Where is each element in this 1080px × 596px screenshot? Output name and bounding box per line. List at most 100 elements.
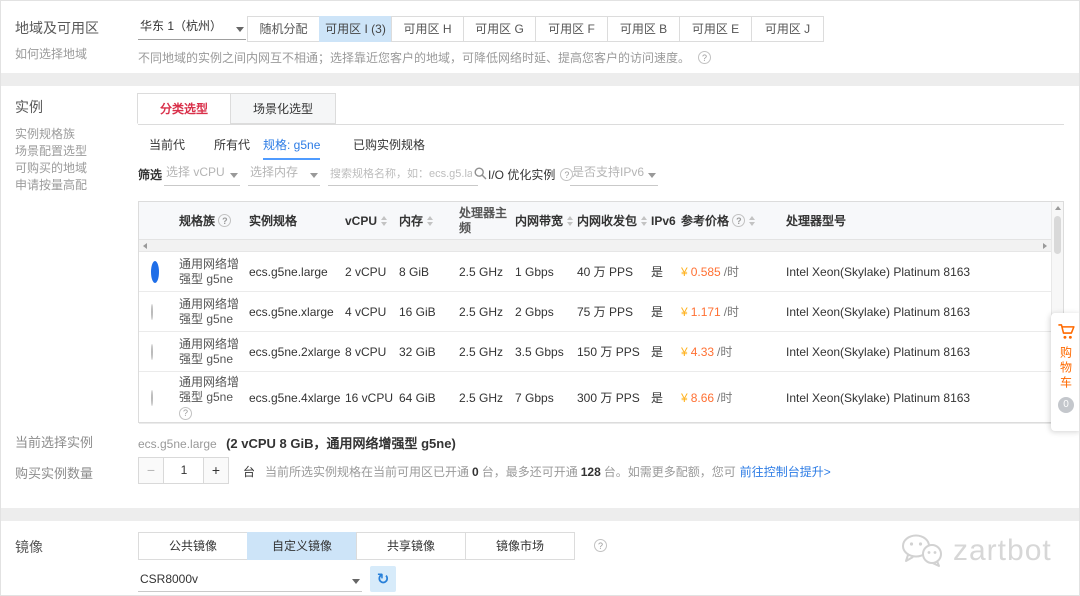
row-radio[interactable] xyxy=(151,343,153,360)
region-select[interactable]: 华东 1（杭州） xyxy=(138,16,246,40)
cell-price: ¥1.171/时 xyxy=(681,305,740,319)
refresh-image-button[interactable]: ↻ xyxy=(370,566,396,592)
quantity-plus-button[interactable]: + xyxy=(203,457,229,484)
subtab-purchased-specs[interactable]: 已购实例规格 xyxy=(353,136,425,160)
sidebar-link-spec-family[interactable]: 实例规格族 xyxy=(15,125,75,142)
zone-tab-b[interactable]: 可用区 B xyxy=(607,16,680,42)
header-memory: 内存 xyxy=(399,214,459,228)
scroll-left-icon[interactable] xyxy=(143,243,147,249)
scrollbar-thumb[interactable] xyxy=(1054,216,1061,254)
spec-search-input[interactable] xyxy=(328,168,474,185)
cell-frequency: 2.5 GHz xyxy=(459,304,504,319)
cell-bandwidth: 3.5 Gbps xyxy=(515,344,564,359)
cell-memory: 32 GiB xyxy=(399,344,436,359)
quantity-note: 当前所选实例规格在当前可用区已开通 0 台，最多还可开通 128 台。如需更多配额，您可… xyxy=(265,465,831,479)
vcpu-select[interactable]: 选择 vCPU xyxy=(164,162,240,186)
chevron-down-icon xyxy=(236,27,244,32)
header-family: 规格族 ? xyxy=(179,214,249,228)
refresh-icon: ↻ xyxy=(376,571,390,588)
row-radio[interactable] xyxy=(151,389,153,406)
sort-icon[interactable] xyxy=(427,215,434,226)
sort-icon[interactable] xyxy=(567,215,574,226)
cell-spec: ecs.g5ne.4xlarge xyxy=(249,390,341,405)
cart-flyout[interactable]: 购物车 0 xyxy=(1051,313,1079,431)
image-section-title: 镜像 xyxy=(15,539,43,555)
cell-pps: 40 万 PPS xyxy=(577,265,634,279)
zone-tab-j[interactable]: 可用区 J xyxy=(751,16,824,42)
table-row[interactable]: 通用网络增强型 g5ne ecs.g5ne.2xlarge 8 vCPU 32 … xyxy=(139,332,1063,372)
current-selection-value: ecs.g5ne.large (2 vCPU 8 GiB，通用网络增强型 g5n… xyxy=(138,433,456,452)
chevron-down-icon xyxy=(352,579,360,584)
cell-spec: ecs.g5ne.xlarge xyxy=(249,304,334,319)
horizontal-scrollbar[interactable] xyxy=(139,240,1051,252)
cell-bandwidth: 1 Gbps xyxy=(515,264,554,279)
cell-bandwidth: 7 Gbps xyxy=(515,390,554,405)
zone-tab-random[interactable]: 随机分配 xyxy=(247,16,320,42)
zone-tab-h[interactable]: 可用区 H xyxy=(391,16,464,42)
row-radio-selected[interactable] xyxy=(151,260,159,283)
cell-family: 通用网络增强型 g5ne xyxy=(179,336,240,366)
cell-price: ¥8.66/时 xyxy=(681,391,733,405)
quantity-value[interactable]: 1 xyxy=(164,457,204,484)
header-spec: 实例规格 xyxy=(249,213,298,228)
cell-ipv6: 是 xyxy=(651,345,664,359)
console-quota-link[interactable]: 前往控制台提升> xyxy=(740,465,831,479)
image-type-public[interactable]: 公共镜像 xyxy=(138,532,248,560)
ecs-purchase-page: 地域及可用区 如何选择地域 华东 1（杭州） 随机分配 可用区 I (3) 可用… xyxy=(0,0,1080,596)
sort-icon[interactable] xyxy=(641,215,648,226)
cell-vcpu: 4 vCPU xyxy=(345,304,387,319)
cell-spec: ecs.g5ne.2xlarge xyxy=(249,344,341,359)
help-icon[interactable]: ? xyxy=(179,407,192,420)
zone-tab-g[interactable]: 可用区 G xyxy=(463,16,536,42)
cell-pps: 300 万 PPS xyxy=(577,391,640,405)
table-row[interactable]: 通用网络增强型 g5ne? ecs.g5ne.4xlarge 16 vCPU 6… xyxy=(139,372,1063,424)
subtab-all-gen[interactable]: 所有代 xyxy=(214,136,250,160)
tab-category-select[interactable]: 分类选型 xyxy=(137,93,232,124)
scroll-right-icon[interactable] xyxy=(1043,243,1047,249)
help-icon[interactable]: ? xyxy=(218,214,232,227)
spec-table: 规格族 ? 实例规格 vCPU 内存 处理器主频 内网带宽 内网收发包 IPv6… xyxy=(138,201,1064,424)
image-type-shared[interactable]: 共享镜像 xyxy=(356,532,466,560)
spec-table-header: 规格族 ? 实例规格 vCPU 内存 处理器主频 内网带宽 内网收发包 IPv6… xyxy=(139,202,1063,240)
sidebar-link-scene-config[interactable]: 场景配置选型 xyxy=(15,142,87,159)
instance-section-title: 实例 xyxy=(15,99,43,115)
zone-tab-i[interactable]: 可用区 I (3) xyxy=(319,16,392,42)
chevron-down-icon xyxy=(230,173,238,178)
region-help-link[interactable]: 如何选择地域 xyxy=(15,45,87,62)
help-icon[interactable]: ? xyxy=(698,51,712,64)
cell-ipv6: 是 xyxy=(651,265,664,279)
row-radio[interactable] xyxy=(151,303,153,320)
ipv6-select[interactable]: 是否支持IPv6 xyxy=(570,162,658,186)
max-count: 128 xyxy=(580,465,601,479)
cell-cpu: Intel Xeon(Skylake) Platinum 8163 xyxy=(786,264,971,279)
cell-vcpu: 2 vCPU xyxy=(345,264,387,279)
opened-count: 0 xyxy=(472,465,479,479)
help-icon[interactable]: ? xyxy=(594,539,607,552)
zone-tab-f[interactable]: 可用区 F xyxy=(535,16,608,42)
table-row[interactable]: 通用网络增强型 g5ne ecs.g5ne.large 2 vCPU 8 GiB… xyxy=(139,252,1063,292)
image-type-marketplace[interactable]: 镜像市场 xyxy=(465,532,575,560)
table-row[interactable]: 通用网络增强型 g5ne ecs.g5ne.xlarge 4 vCPU 16 G… xyxy=(139,292,1063,332)
cell-family: 通用网络增强型 g5ne xyxy=(179,256,240,286)
image-select[interactable]: CSR8000v xyxy=(138,568,362,592)
region-note: 不同地域的实例之间内网互不相通；选择靠近您客户的地域，可降低网络时延、提高您客户… xyxy=(138,49,712,66)
tab-scenario-select[interactable]: 场景化选型 xyxy=(230,93,337,124)
sidebar-link-quota-request[interactable]: 申请按量高配 xyxy=(15,176,87,193)
quantity-minus-button[interactable]: − xyxy=(138,457,164,484)
sort-icon[interactable] xyxy=(381,215,388,226)
subtab-spec-g5ne[interactable]: 规格: g5ne xyxy=(263,136,321,160)
cell-cpu: Intel Xeon(Skylake) Platinum 8163 xyxy=(786,390,971,405)
help-icon[interactable]: ? xyxy=(732,214,746,227)
header-frequency: 处理器主频 xyxy=(459,205,508,235)
cell-memory: 16 GiB xyxy=(399,304,436,319)
spec-search xyxy=(328,162,487,186)
subtab-current-gen[interactable]: 当前代 xyxy=(149,136,185,160)
zone-tab-e[interactable]: 可用区 E xyxy=(679,16,752,42)
memory-select[interactable]: 选择内存 xyxy=(248,162,320,186)
scroll-up-icon[interactable] xyxy=(1055,206,1061,210)
sidebar-link-purchasable-regions[interactable]: 可购买的地域 xyxy=(15,159,87,176)
sort-icon[interactable] xyxy=(749,215,756,226)
search-icon[interactable] xyxy=(474,167,487,180)
image-type-custom[interactable]: 自定义镜像 xyxy=(247,532,357,560)
cell-family: 通用网络增强型 g5ne? xyxy=(179,375,240,420)
